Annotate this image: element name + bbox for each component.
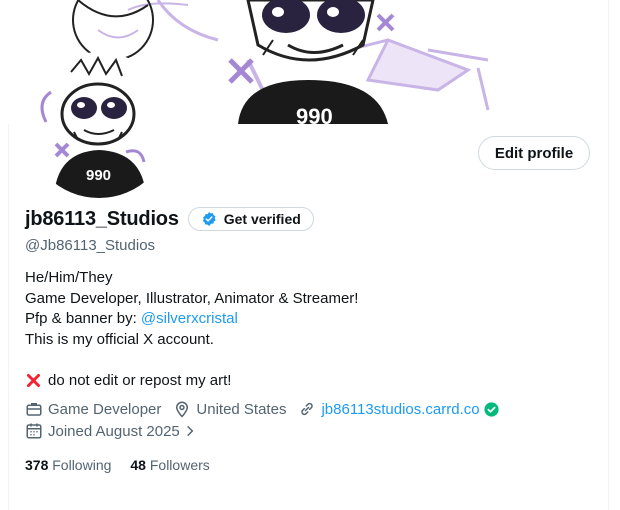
followers-label: Followers (149, 457, 210, 473)
cross-mark-icon (26, 374, 41, 388)
profession-text: Game Developer (48, 400, 162, 418)
profile-meta: Game Developer United States jb86113stud… (25, 400, 517, 418)
profession: Game Developer (25, 400, 161, 418)
briefcase-icon (26, 403, 42, 416)
following-link[interactable]: 378 Following (25, 457, 111, 473)
calendar-icon (26, 423, 42, 439)
display-name: jb86113_Studios (25, 207, 179, 230)
user-handle: @Jb86113_Studios (25, 237, 156, 254)
joined-text: Joined August 2025 (48, 422, 180, 440)
follow-stats: 378 Following 48 Followers (25, 457, 229, 473)
verified-link-icon (484, 401, 499, 417)
svg-text:990: 990 (296, 104, 333, 124)
location: United States (173, 400, 286, 418)
joined-date[interactable]: Joined August 2025 (25, 422, 202, 440)
bio-blank-line (25, 350, 358, 371)
following-count: 378 (25, 457, 49, 473)
followers-link[interactable]: 48 Followers (130, 457, 209, 473)
bio-warning-text: do not edit or repost my art! (48, 371, 232, 389)
get-verified-button[interactable]: Get verified (187, 207, 314, 231)
bio-line-roles: Game Developer, Illustrator, Animator & … (25, 289, 359, 307)
followers-count: 48 (130, 457, 146, 473)
location-text: United States (196, 400, 287, 418)
verified-badge-icon (202, 212, 216, 226)
name-row: jb86113_Studios Get verified (25, 207, 314, 231)
bio-credits-prefix: Pfp & banner by: (25, 310, 141, 327)
link-icon (301, 402, 314, 416)
bio-line-official: This is my official X account. (25, 330, 214, 348)
website-link[interactable]: jb86113studios.carrd.co (321, 401, 479, 418)
avatar-artwork: 990 (28, 54, 170, 198)
location-pin-icon (176, 401, 189, 418)
website[interactable]: jb86113studios.carrd.co (298, 400, 504, 418)
profile-bio: He/Him/They Game Developer, Illustrator,… (25, 268, 358, 391)
following-label: Following (52, 457, 112, 473)
get-verified-label: Get verified (223, 211, 301, 227)
bio-line-pronouns: He/Him/They (25, 269, 113, 286)
edit-profile-button[interactable]: Edit profile (478, 136, 590, 170)
svg-text:990: 990 (86, 167, 111, 184)
chevron-right-icon (186, 425, 194, 437)
bio-line-warning: do not edit or repost my art! (25, 371, 358, 392)
mention-link[interactable]: @silverxcristal (141, 310, 238, 327)
profile-avatar[interactable]: 990 (26, 52, 172, 198)
bio-line-credits: Pfp & banner by: @silverxcristal (25, 309, 358, 330)
